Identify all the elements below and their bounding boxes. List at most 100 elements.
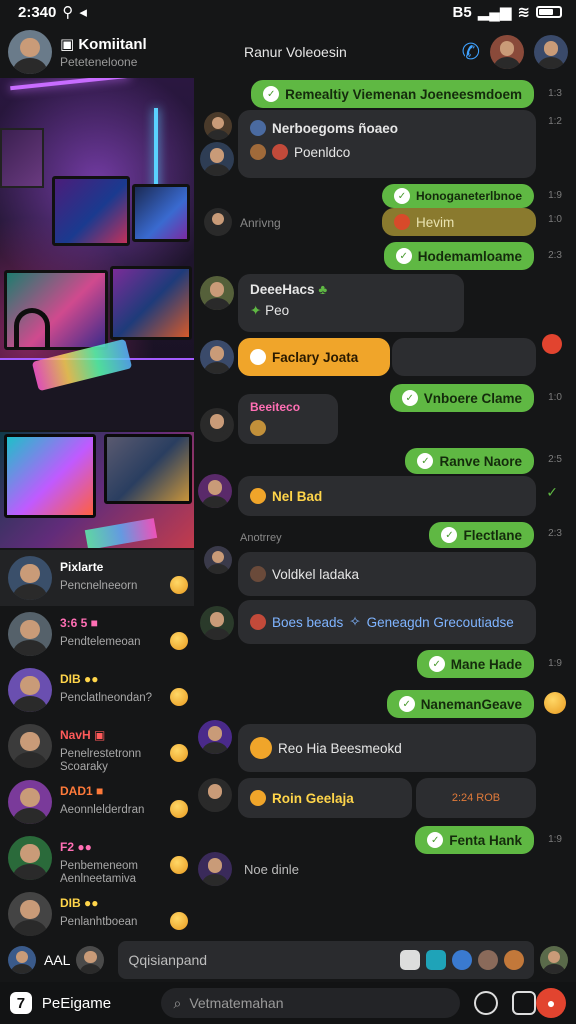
share-icon[interactable] [474, 991, 499, 1015]
app-logo-icon[interactable]: 7 [10, 992, 32, 1014]
message-bubble-outgoing[interactable]: ✓ Mane Hade [416, 650, 534, 678]
avatar-icon[interactable] [478, 950, 498, 970]
message-bubble-outgoing[interactable]: ✓ Remealtiy Viemenan Joeneesmdoem [251, 80, 534, 108]
avatar [8, 780, 52, 824]
emoji-icon [170, 576, 188, 594]
media-preview[interactable] [0, 78, 194, 548]
message-bubble-incoming[interactable]: Hevim [382, 208, 536, 236]
globe-icon[interactable] [452, 950, 472, 970]
sender-avatar[interactable] [204, 208, 232, 236]
message-bubble-outgoing[interactable]: ✓ NanemanGeave [386, 690, 534, 718]
sender-avatar[interactable] [200, 142, 234, 176]
gallery-icon[interactable] [426, 950, 446, 970]
sticker-icon[interactable] [400, 950, 420, 970]
signal-icon: ▂▄▆ [477, 4, 512, 21]
emoji-icon [170, 688, 188, 706]
message-time: 2:3 [548, 250, 562, 261]
message-time: 1:0 [548, 214, 562, 225]
reaction-icon[interactable] [542, 334, 562, 354]
user-avatar[interactable] [540, 946, 568, 974]
message-bubble-incoming[interactable]: Nerboegoms ñoaeo Poenldco [238, 110, 536, 178]
record-icon[interactable]: ● [536, 988, 567, 1018]
chat-list-item[interactable]: NavH ▣ Penelrestetronn Scoaraky [0, 718, 194, 774]
gaming-setup-image[interactable] [0, 78, 194, 430]
chat-list: Pixlarte Pencnelneeorn 3:6 5 ■ Pendtelem… [0, 550, 194, 938]
message-text: Beeiteco [250, 400, 301, 414]
sender-avatar[interactable] [200, 606, 234, 640]
message-bubble-outgoing[interactable]: ✓ Flectlane [429, 522, 534, 548]
battery-icon [536, 6, 562, 18]
gaming-setup-image-2[interactable] [0, 432, 194, 548]
participant-avatar[interactable] [490, 35, 524, 69]
message-bubble-incoming[interactable]: Voldkel ladaka [238, 552, 536, 596]
game-icon[interactable] [504, 950, 524, 970]
search-placeholder: Vetmatemahan [189, 995, 284, 1011]
sender-avatar[interactable] [198, 778, 232, 812]
chat-list-item[interactable]: 3:6 5 ■ Pendtelemeoan [0, 606, 194, 662]
check-icon: ✓ [441, 527, 458, 543]
sender-avatar[interactable] [198, 720, 232, 754]
message-bubble-outgoing[interactable]: ✓ Fenta Hank [415, 826, 534, 854]
chat-preview: Penelrestetronn Scoaraky [60, 748, 142, 774]
message-bubble-incoming[interactable]: DeeeHacs ♣ ✦ Peo [238, 274, 464, 332]
chat-header: ▣ Komiitanl Peteteneloone Ranur Voleoesi… [0, 26, 576, 78]
phone-icon[interactable]: ✆ [462, 39, 480, 65]
message-text: Faclary Joata [272, 349, 359, 365]
participant-avatar[interactable] [534, 35, 568, 69]
sender-avatar[interactable] [204, 112, 232, 140]
message-text: Mane Hade [450, 656, 522, 672]
chat-list-item[interactable]: DIB ●● Penlanhtboean [0, 886, 194, 942]
message-time: 1:9 [548, 190, 562, 201]
chat-name: NavH ▣ [60, 728, 106, 742]
message-bubble-incoming[interactable]: Nel Bad [238, 476, 536, 516]
message-bubble-outgoing[interactable]: ✓ Vnboere Clame [389, 384, 534, 412]
chat-name: DAD1 ■ [60, 784, 104, 798]
status-signal-label: B5 [452, 3, 472, 21]
message-bubble-outgoing[interactable]: ✓ Hodemamloame [383, 242, 534, 270]
message-bubble-incoming[interactable]: Beeiteco [238, 394, 338, 444]
message-bubble-outgoing[interactable]: ✓ Ranve Naore [405, 448, 534, 474]
check-icon: ✓ [398, 696, 415, 712]
sender-avatar[interactable] [200, 408, 234, 442]
avatar [8, 556, 52, 600]
message-time: 1:3 [548, 88, 562, 99]
message-bubble-incoming[interactable]: 2:24 ROB [416, 778, 536, 818]
avatar [8, 724, 52, 768]
sender-label: Anrivng [240, 216, 281, 230]
sender-avatar[interactable] [200, 276, 234, 310]
header-titles: ▣ Komiitanl Peteteneloone [60, 35, 244, 69]
message-bubble-incoming[interactable]: Reo Hia Beesmeokd [238, 724, 536, 772]
search-icon: ⌕ [173, 994, 182, 1011]
check-icon: ✓ [427, 832, 444, 848]
sender-avatar[interactable] [204, 546, 232, 574]
camera-icon[interactable] [512, 991, 537, 1015]
monitor-graphic [52, 176, 130, 246]
location-icon: ⚲ [62, 4, 74, 21]
message-bubble-incoming[interactable]: Faclary Joata [238, 338, 390, 376]
sender-avatar[interactable] [198, 474, 232, 508]
chat-preview: Penclatlneondan? [60, 692, 153, 704]
message-text: Fenta Hank [449, 832, 522, 848]
user-avatar[interactable] [76, 946, 105, 974]
user-avatar[interactable] [8, 946, 36, 974]
chat-list-item[interactable]: Pixlarte Pencnelneeorn [0, 550, 194, 606]
message-bubble-outgoing[interactable]: ✓ Honoganeterlbnoe [381, 184, 534, 208]
chat-messages[interactable]: ✓ Remealtiy Viemenan Joeneesmdoem 1:3 Ner… [194, 78, 576, 938]
conversation-title[interactable]: Ranur Voleoesin [244, 44, 347, 60]
chat-list-item[interactable]: DIB ●● Penclatlneondan? [0, 662, 194, 718]
emoji-icon[interactable] [544, 692, 566, 714]
sender-avatar[interactable] [200, 340, 234, 374]
check-icon: ✓ [395, 248, 412, 264]
profile-avatar[interactable] [8, 30, 52, 74]
avatar [8, 892, 52, 936]
message-bubble-incoming[interactable]: Roin Geelaja [238, 778, 412, 818]
search-input[interactable]: ⌕ Vetmatemahan [161, 988, 461, 1018]
chat-list-item[interactable]: F2 ●● Penbemeneom Aenlneetamiva [0, 830, 194, 886]
sender-avatar[interactable] [198, 852, 232, 886]
chat-list-item[interactable]: DAD1 ■ Aeonnlelderdran [0, 774, 194, 830]
monitor-graphic [110, 266, 192, 340]
check-icon: ✓ [393, 188, 410, 204]
message-input[interactable]: Qqisianpand [118, 941, 534, 979]
message-text: Honoganeterlbnoe [415, 189, 522, 203]
message-bubble-incoming[interactable]: Boes beads ✧ Geneagdn Grecoutiadse [238, 600, 536, 644]
